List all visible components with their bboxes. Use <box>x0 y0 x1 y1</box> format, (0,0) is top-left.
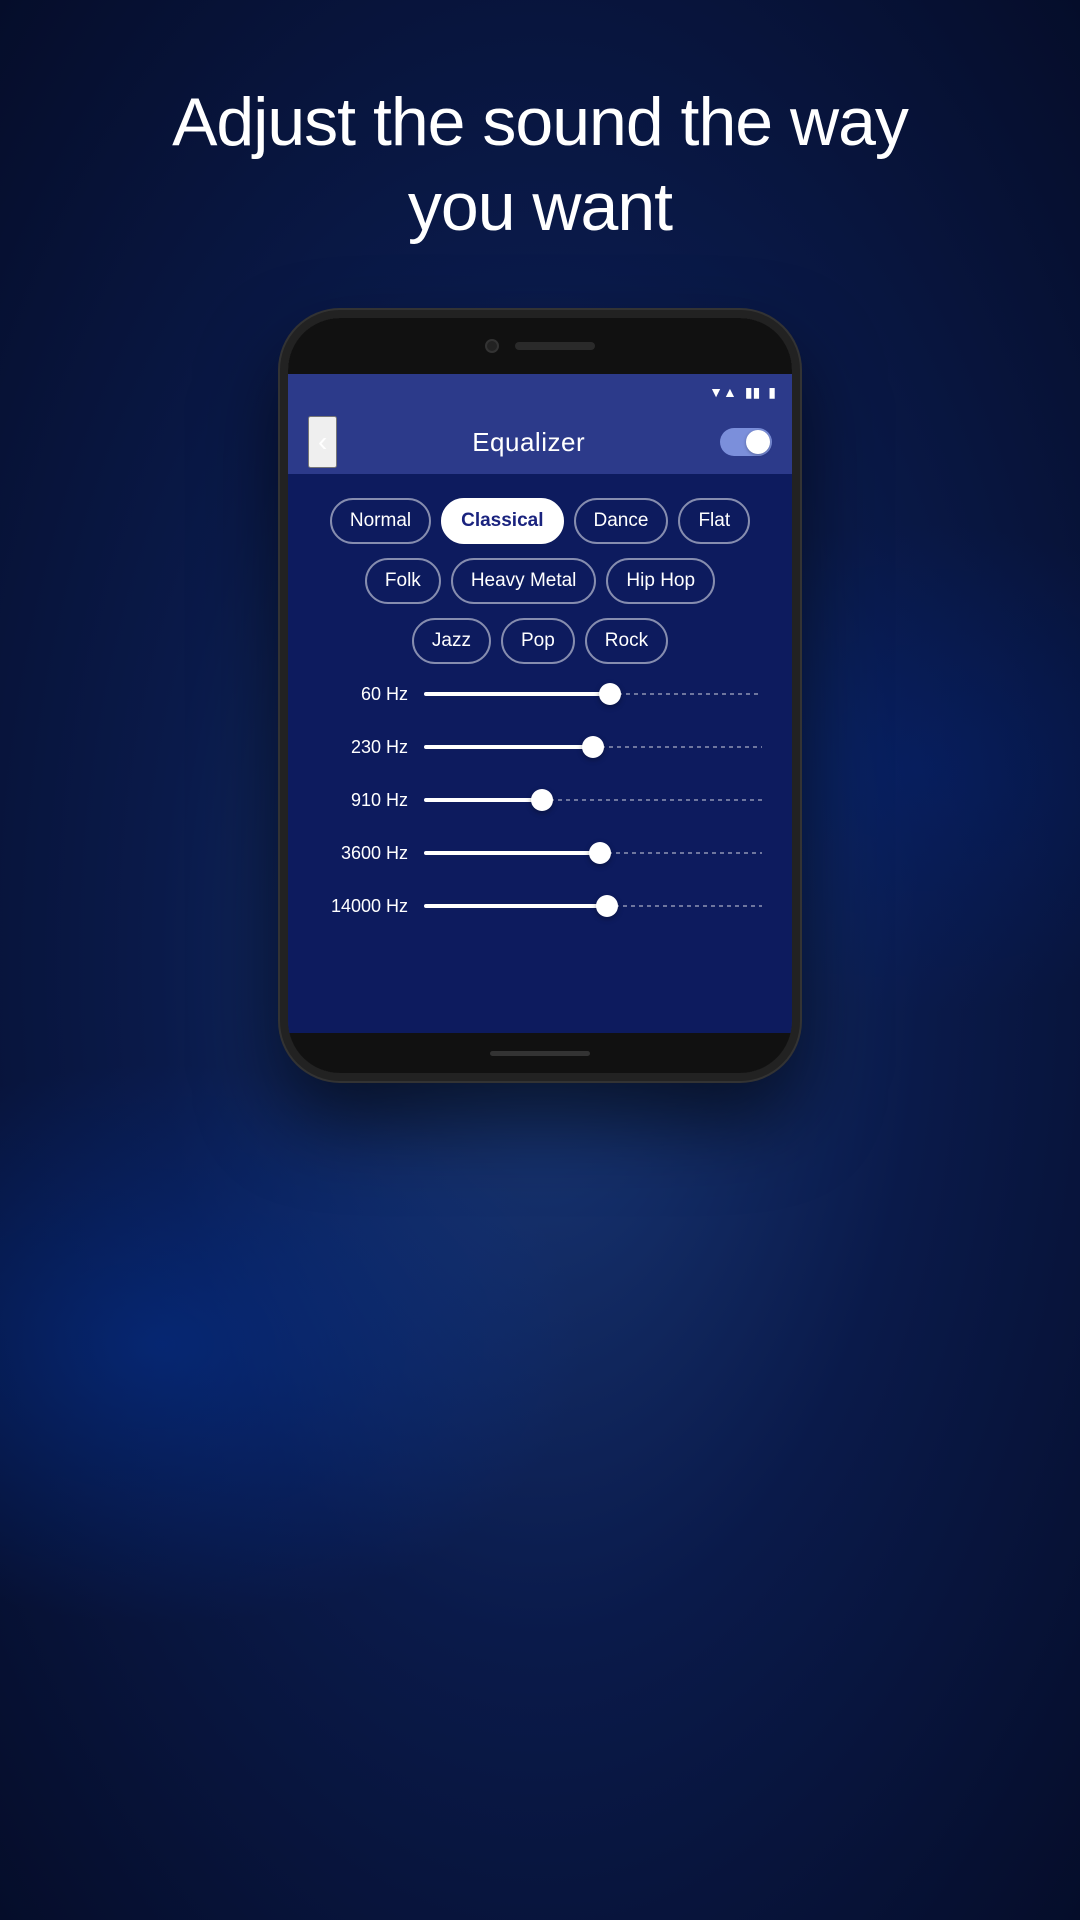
eq-slider-230hz[interactable] <box>424 745 762 751</box>
wifi-icon: ▼▲ <box>709 384 737 400</box>
preset-row-1: Normal Classical Dance Flat <box>308 498 772 544</box>
preset-hip-hop[interactable]: Hip Hop <box>606 558 715 604</box>
preset-classical[interactable]: Classical <box>441 498 563 544</box>
eq-slider-3600hz[interactable] <box>424 851 762 857</box>
eq-slider-910hz[interactable] <box>424 798 762 804</box>
preset-flat[interactable]: Flat <box>678 498 750 544</box>
equalizer-section: 60 Hz 230 Hz <box>308 684 772 917</box>
preset-rock[interactable]: Rock <box>585 618 668 664</box>
eq-label-230hz: 230 Hz <box>318 737 408 758</box>
eq-label-60hz: 60 Hz <box>318 684 408 705</box>
equalizer-toggle[interactable] <box>720 428 772 456</box>
preset-jazz[interactable]: Jazz <box>412 618 491 664</box>
eq-slider-14000hz[interactable] <box>424 904 762 910</box>
eq-band-3600hz: 3600 Hz <box>318 843 762 864</box>
phone-bottom-bar <box>288 1033 792 1073</box>
preset-heavy-metal[interactable]: Heavy Metal <box>451 558 597 604</box>
app-title: Equalizer <box>472 427 585 458</box>
preset-pop[interactable]: Pop <box>501 618 575 664</box>
eq-slider-60hz[interactable] <box>424 692 762 698</box>
signal-icon: ▮▮ <box>745 384 760 401</box>
earpiece-speaker <box>515 342 595 350</box>
back-button[interactable]: ‹ <box>308 416 337 468</box>
status-bar: ▼▲ ▮▮ ▮ <box>288 374 792 410</box>
eq-label-14000hz: 14000 Hz <box>318 896 408 917</box>
phone-mockup: ▼▲ ▮▮ ▮ ‹ Equalizer Normal Classical Dan… <box>280 310 800 1081</box>
eq-band-60hz: 60 Hz <box>318 684 762 705</box>
phone-top-bar <box>288 318 792 374</box>
preset-row-3: Jazz Pop Rock <box>308 618 772 664</box>
app-header: ‹ Equalizer <box>288 410 792 474</box>
eq-label-910hz: 910 Hz <box>318 790 408 811</box>
preset-dance[interactable]: Dance <box>574 498 669 544</box>
preset-normal[interactable]: Normal <box>330 498 431 544</box>
phone-frame: ▼▲ ▮▮ ▮ ‹ Equalizer Normal Classical Dan… <box>280 310 800 1081</box>
preset-row-2: Folk Heavy Metal Hip Hop <box>308 558 772 604</box>
eq-band-910hz: 910 Hz <box>318 790 762 811</box>
phone-bottom-space <box>288 973 792 1033</box>
eq-band-230hz: 230 Hz <box>318 737 762 758</box>
preset-folk[interactable]: Folk <box>365 558 441 604</box>
app-content: Normal Classical Dance Flat Folk Heavy M… <box>288 474 792 973</box>
eq-band-14000hz: 14000 Hz <box>318 896 762 917</box>
eq-label-3600hz: 3600 Hz <box>318 843 408 864</box>
front-camera <box>485 339 499 353</box>
battery-icon: ▮ <box>768 384 776 401</box>
page-headline: Adjust the sound the way you want <box>112 80 968 250</box>
home-indicator <box>490 1051 590 1056</box>
